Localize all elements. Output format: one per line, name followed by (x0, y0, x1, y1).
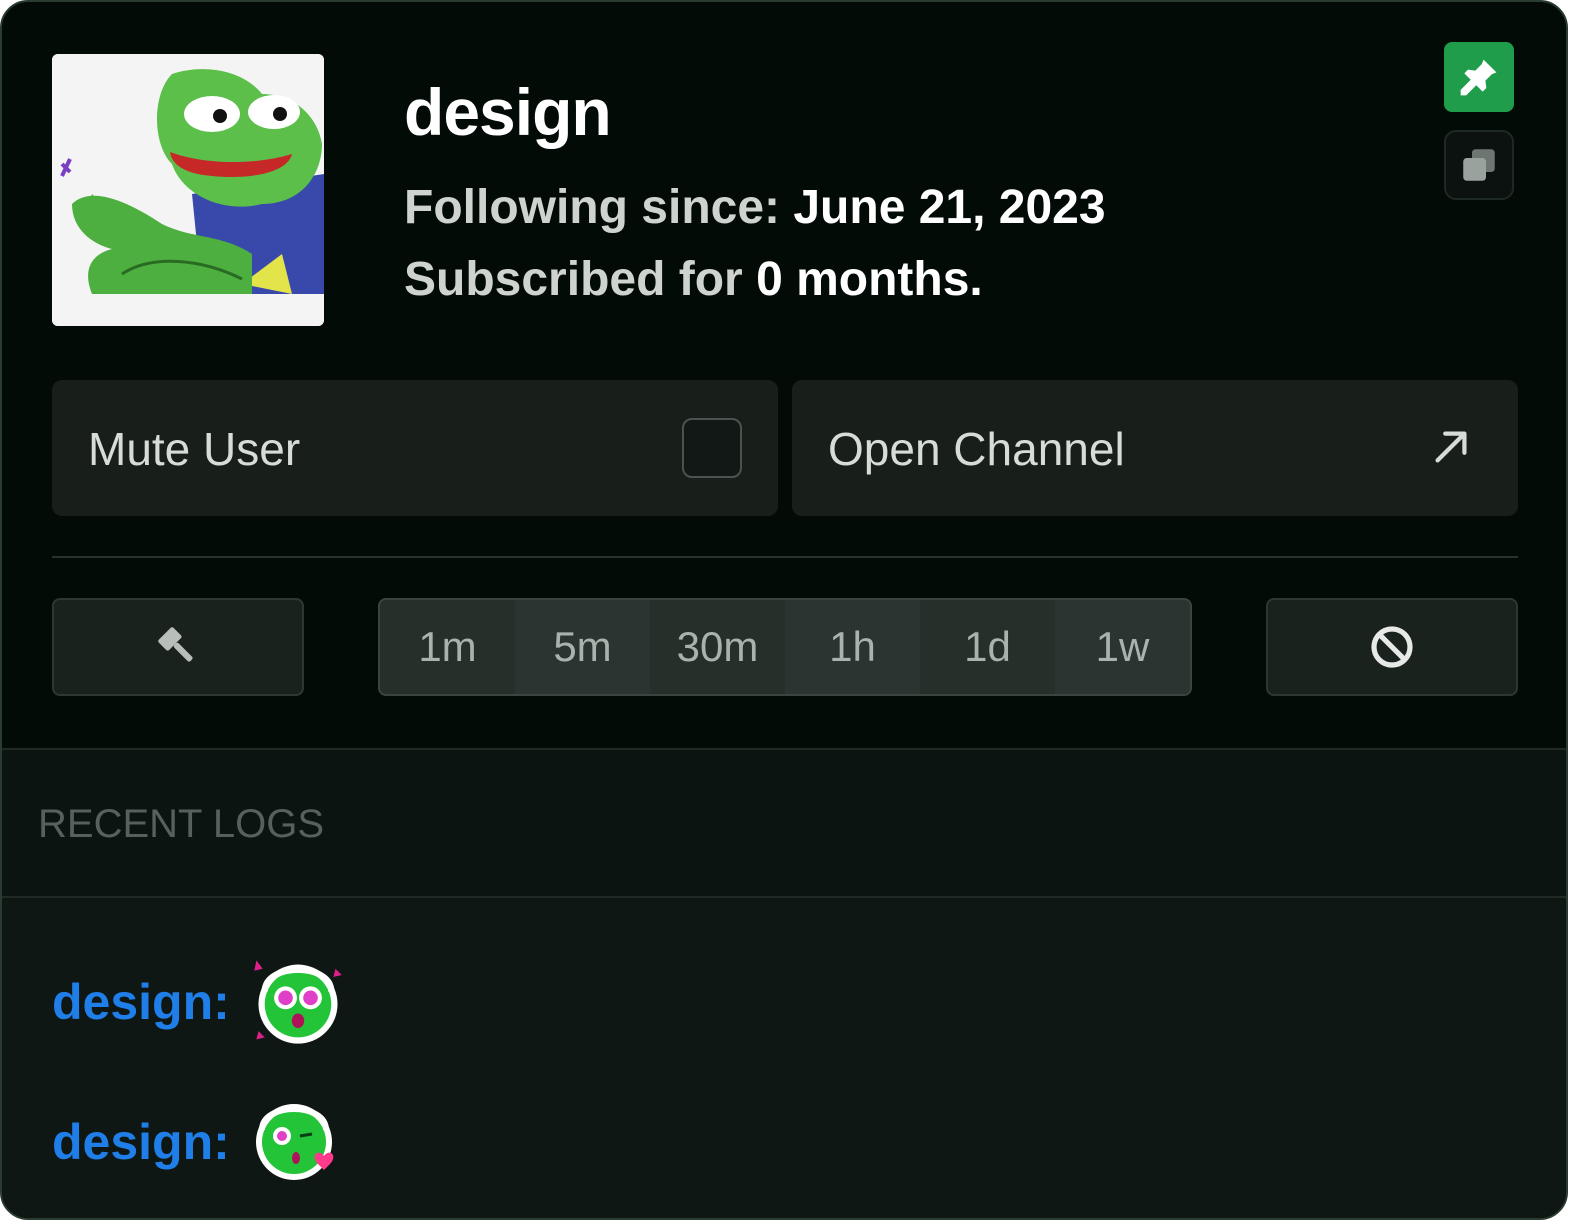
user-card: design Following since: June 21, 2023 Su… (0, 0, 1568, 1220)
timeout-1w[interactable]: 1w (1055, 600, 1190, 694)
username: design (404, 75, 612, 149)
timeout-1m[interactable]: 1m (380, 600, 515, 694)
green-blob-heart-eyes-emote (254, 960, 342, 1044)
subscription-info: Subscribed for 0 months. (404, 252, 983, 307)
frog-avatar-image (52, 54, 324, 326)
timeout-options: 1m 5m 30m 1h 1d 1w (378, 598, 1192, 696)
timeout-1h[interactable]: 1h (785, 600, 920, 694)
recent-logs-header: RECENT LOGS (2, 748, 1566, 898)
timeout-30m[interactable]: 30m (650, 600, 785, 694)
log-entry: design: (52, 1092, 346, 1192)
following-since: Following since: June 21, 2023 (404, 180, 1106, 235)
log-entry: design: (52, 950, 350, 1054)
open-channel-label: Open Channel (828, 423, 1125, 475)
following-date: June 21, 2023 (793, 181, 1106, 234)
pin-icon (1460, 59, 1497, 96)
mute-user-button[interactable]: Mute User (52, 380, 778, 516)
log-username[interactable]: design: (52, 1113, 230, 1171)
green-blob-kiss-emote (255, 1104, 334, 1180)
timeout-1d[interactable]: 1d (920, 600, 1055, 694)
unban-button[interactable] (1266, 598, 1518, 696)
subscribed-value: 0 months. (756, 253, 983, 306)
gavel-icon (158, 627, 193, 662)
following-label: Following since: (404, 181, 781, 234)
pin-button[interactable] (1444, 42, 1514, 112)
recent-logs-title: RECENT LOGS (38, 802, 324, 846)
copy-button[interactable] (1444, 130, 1514, 200)
copy-icon (1463, 149, 1495, 181)
external-link-icon (1435, 431, 1467, 463)
divider (52, 556, 1518, 558)
open-channel-button[interactable]: Open Channel (792, 380, 1518, 516)
avatar (52, 54, 324, 326)
ban-button[interactable] (52, 598, 304, 696)
log-username[interactable]: design: (52, 973, 230, 1031)
mute-user-label: Mute User (88, 423, 301, 475)
block-icon (1371, 626, 1413, 668)
subscribed-label: Subscribed for (404, 253, 743, 306)
mute-checkbox[interactable] (682, 418, 742, 478)
timeout-5m[interactable]: 5m (515, 600, 650, 694)
